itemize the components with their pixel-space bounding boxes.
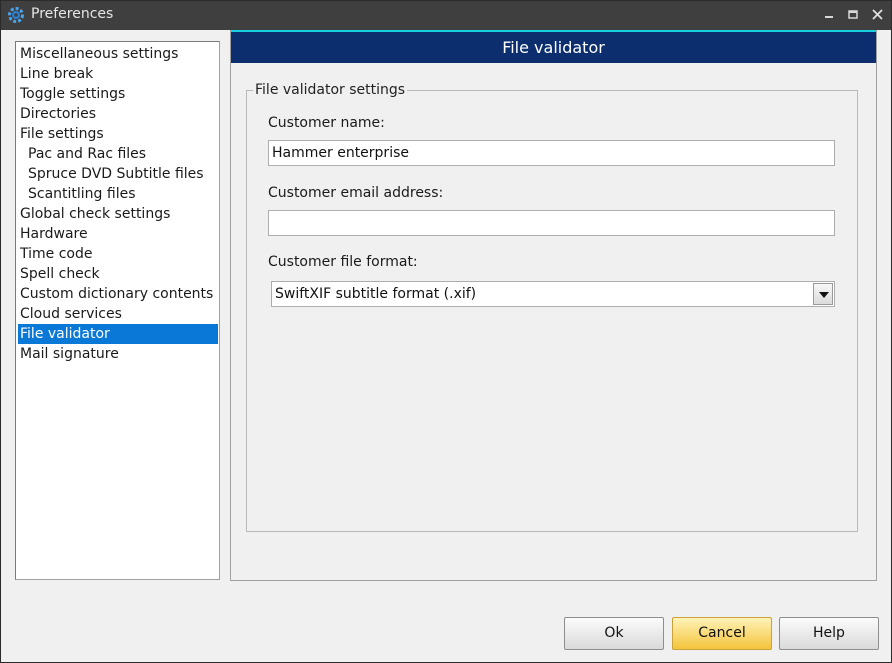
sidebar-item-scantitling-files[interactable]: Scantitling files	[18, 184, 218, 204]
ok-button[interactable]: Ok	[564, 617, 664, 650]
customer-file-format-select[interactable]: SwiftXIF subtitle format (.xif)	[271, 281, 835, 307]
sidebar-item-spell-check[interactable]: Spell check	[18, 264, 218, 284]
group-title: File validator settings	[253, 82, 408, 98]
close-icon[interactable]	[867, 5, 887, 25]
customer-file-format-label: Customer file format:	[268, 254, 418, 270]
help-button[interactable]: Help	[779, 617, 879, 650]
sidebar-item-spruce-dvd-subtitle-files[interactable]: Spruce DVD Subtitle files	[18, 164, 218, 184]
preferences-window: Preferences Miscellaneous settings Line …	[0, 0, 892, 663]
window-title: Preferences	[31, 6, 114, 22]
sidebar-item-hardware[interactable]: Hardware	[18, 224, 218, 244]
customer-name-input[interactable]: Hammer enterprise	[268, 140, 835, 166]
cancel-button[interactable]: Cancel	[672, 617, 772, 650]
minimize-icon[interactable]	[819, 5, 839, 25]
sidebar-item-time-code[interactable]: Time code	[18, 244, 218, 264]
dropdown-button[interactable]	[813, 283, 833, 305]
sidebar-item-line-break[interactable]: Line break	[18, 64, 218, 84]
sidebar-item-custom-dictionary-contents[interactable]: Custom dictionary contents	[18, 284, 218, 304]
settings-panel: File validator File validator settings C…	[230, 30, 877, 581]
title-bar[interactable]: Preferences	[1, 1, 891, 30]
maximize-icon[interactable]	[843, 5, 863, 25]
sidebar-item-toggle-settings[interactable]: Toggle settings	[18, 84, 218, 104]
file-validator-settings-group: File validator settings Customer name: H…	[246, 82, 858, 532]
chevron-down-icon	[819, 292, 829, 298]
customer-email-label: Customer email address:	[268, 185, 444, 201]
settings-category-list[interactable]: Miscellaneous settings Line break Toggle…	[15, 41, 220, 580]
sidebar-item-cloud-services[interactable]: Cloud services	[18, 304, 218, 324]
customer-email-input[interactable]	[268, 210, 835, 236]
sidebar-item-file-validator[interactable]: File validator	[18, 324, 218, 344]
gear-icon	[7, 6, 25, 24]
panel-title: File validator	[231, 30, 876, 63]
sidebar-item-pac-and-rac-files[interactable]: Pac and Rac files	[18, 144, 218, 164]
sidebar-item-directories[interactable]: Directories	[18, 104, 218, 124]
sidebar-item-mail-signature[interactable]: Mail signature	[18, 344, 218, 364]
sidebar-item-file-settings[interactable]: File settings	[18, 124, 218, 144]
customer-file-format-value: SwiftXIF subtitle format (.xif)	[275, 286, 477, 302]
customer-name-label: Customer name:	[268, 115, 385, 131]
sidebar-item-miscellaneous-settings[interactable]: Miscellaneous settings	[18, 44, 218, 64]
sidebar-item-global-check-settings[interactable]: Global check settings	[18, 204, 218, 224]
